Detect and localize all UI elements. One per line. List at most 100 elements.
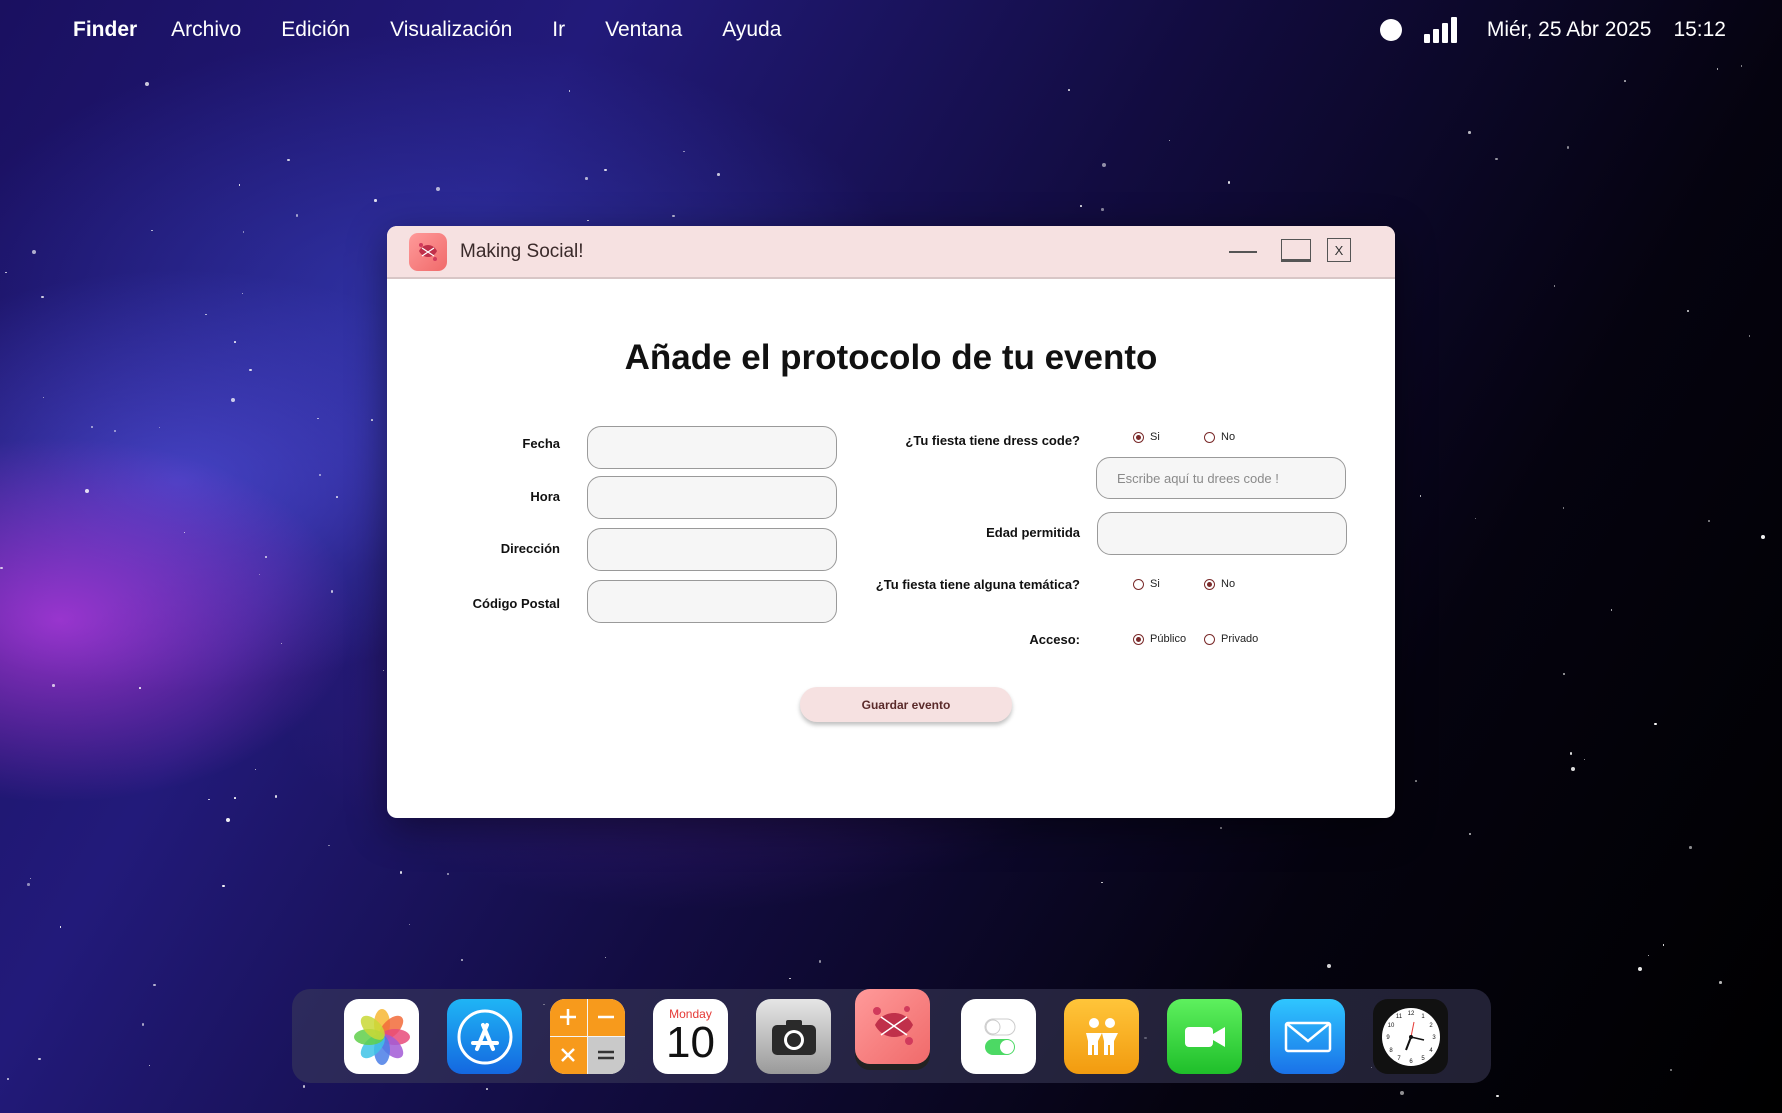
signal-strength-icon[interactable] — [1423, 17, 1457, 43]
guardar-evento-button[interactable]: Guardar evento — [800, 687, 1012, 722]
star — [789, 977, 791, 980]
star — [153, 983, 156, 987]
dress-code-si-radio[interactable]: Si — [1133, 431, 1160, 443]
star — [1400, 1090, 1405, 1095]
star — [446, 872, 450, 876]
star — [59, 926, 62, 928]
menu-ayuda[interactable]: Ayuda — [722, 18, 781, 42]
star — [1719, 981, 1722, 984]
clock-icon[interactable]: 12 3 6 9 1245 7 8 10 11 — [1373, 999, 1448, 1074]
tematica-si-radio[interactable]: Si — [1133, 578, 1160, 590]
menu-date[interactable]: Miér, 25 Abr 2025 — [1487, 18, 1652, 42]
making-social-icon[interactable] — [855, 989, 930, 1064]
svg-text:11: 11 — [1395, 1014, 1402, 1020]
edad-permitida-input[interactable] — [1097, 512, 1347, 555]
dress-code-input[interactable] — [1096, 457, 1346, 499]
star — [1415, 780, 1417, 782]
find-my-friends-icon[interactable] — [1064, 999, 1139, 1074]
calculator-icon[interactable] — [550, 999, 625, 1074]
star — [1761, 534, 1766, 539]
star — [241, 292, 244, 295]
star — [1566, 146, 1570, 149]
tematica-no-radio[interactable]: No — [1204, 578, 1235, 590]
close-button[interactable]: X — [1327, 238, 1351, 262]
menu-bar: Finder Archivo Edición Visualización Ir … — [0, 0, 1782, 60]
star — [1562, 672, 1566, 676]
star — [1101, 881, 1103, 884]
star — [6, 1077, 10, 1081]
star — [205, 313, 207, 316]
star — [604, 956, 607, 959]
star — [1496, 1094, 1499, 1098]
star — [27, 883, 30, 886]
settings-toggle-icon[interactable] — [961, 999, 1036, 1074]
menu-ventana[interactable]: Ventana — [605, 18, 682, 42]
menu-edicion[interactable]: Edición — [281, 18, 350, 42]
app-window: Making Social! X Añade el protocolo de t… — [387, 226, 1395, 818]
calendar-icon[interactable]: Monday 10 — [653, 999, 728, 1074]
acceso-publico-radio[interactable]: Público — [1133, 633, 1186, 645]
star — [148, 1064, 151, 1067]
star — [1327, 963, 1332, 968]
star — [222, 884, 225, 888]
maximize-button[interactable] — [1281, 238, 1311, 262]
menu-archivo[interactable]: Archivo — [171, 18, 241, 42]
star — [226, 817, 231, 822]
star — [1637, 967, 1642, 972]
mail-icon[interactable] — [1270, 999, 1345, 1074]
page-title: Añade el protocolo de tu evento — [624, 338, 1158, 377]
star — [38, 1057, 41, 1061]
star — [1101, 163, 1106, 168]
photos-icon[interactable] — [344, 999, 419, 1074]
star — [1654, 722, 1657, 726]
star — [302, 1085, 306, 1088]
direccion-input[interactable] — [587, 528, 837, 571]
star — [145, 81, 150, 86]
star — [0, 566, 3, 570]
star — [1740, 65, 1743, 67]
menu-ir[interactable]: Ir — [552, 18, 565, 42]
star — [1068, 89, 1070, 91]
star — [436, 186, 441, 191]
codigo-postal-label: Código Postal — [472, 596, 560, 611]
star — [264, 555, 268, 559]
status-dot-icon[interactable] — [1379, 19, 1402, 41]
star — [568, 90, 571, 92]
app-store-icon[interactable] — [447, 999, 522, 1074]
star — [1474, 517, 1477, 520]
star — [1495, 157, 1498, 161]
svg-text:12: 12 — [1407, 1011, 1414, 1017]
window-titlebar[interactable]: Making Social! X — [387, 226, 1395, 279]
fecha-input[interactable] — [587, 426, 837, 469]
star — [1227, 181, 1231, 184]
star — [151, 229, 153, 232]
star — [818, 960, 822, 963]
fecha-label: Fecha — [522, 436, 560, 451]
star — [683, 150, 685, 153]
star — [1624, 80, 1626, 82]
codigo-postal-input[interactable] — [587, 580, 837, 623]
menu-time[interactable]: 15:12 — [1673, 18, 1726, 42]
menu-visualizacion[interactable]: Visualización — [390, 18, 512, 42]
star — [317, 417, 319, 420]
hora-input[interactable] — [587, 476, 837, 519]
star — [84, 488, 89, 493]
camera-icon[interactable] — [756, 999, 831, 1074]
star — [295, 214, 299, 217]
minimize-button[interactable] — [1229, 251, 1257, 253]
facetime-icon[interactable] — [1167, 999, 1242, 1074]
star — [280, 642, 283, 645]
star — [42, 396, 45, 399]
tematica-question: ¿Tu fiesta tiene alguna temática? — [875, 577, 1080, 592]
window-title: Making Social! — [460, 240, 584, 262]
star — [5, 271, 7, 274]
acceso-privado-radio[interactable]: Privado — [1204, 633, 1258, 645]
star — [371, 419, 373, 421]
dress-code-no-radio[interactable]: No — [1204, 431, 1235, 443]
star — [1468, 832, 1472, 836]
star — [1610, 609, 1613, 611]
menu-finder[interactable]: Finder — [73, 18, 137, 42]
star — [231, 398, 236, 403]
star — [486, 1088, 488, 1090]
star — [328, 844, 330, 847]
